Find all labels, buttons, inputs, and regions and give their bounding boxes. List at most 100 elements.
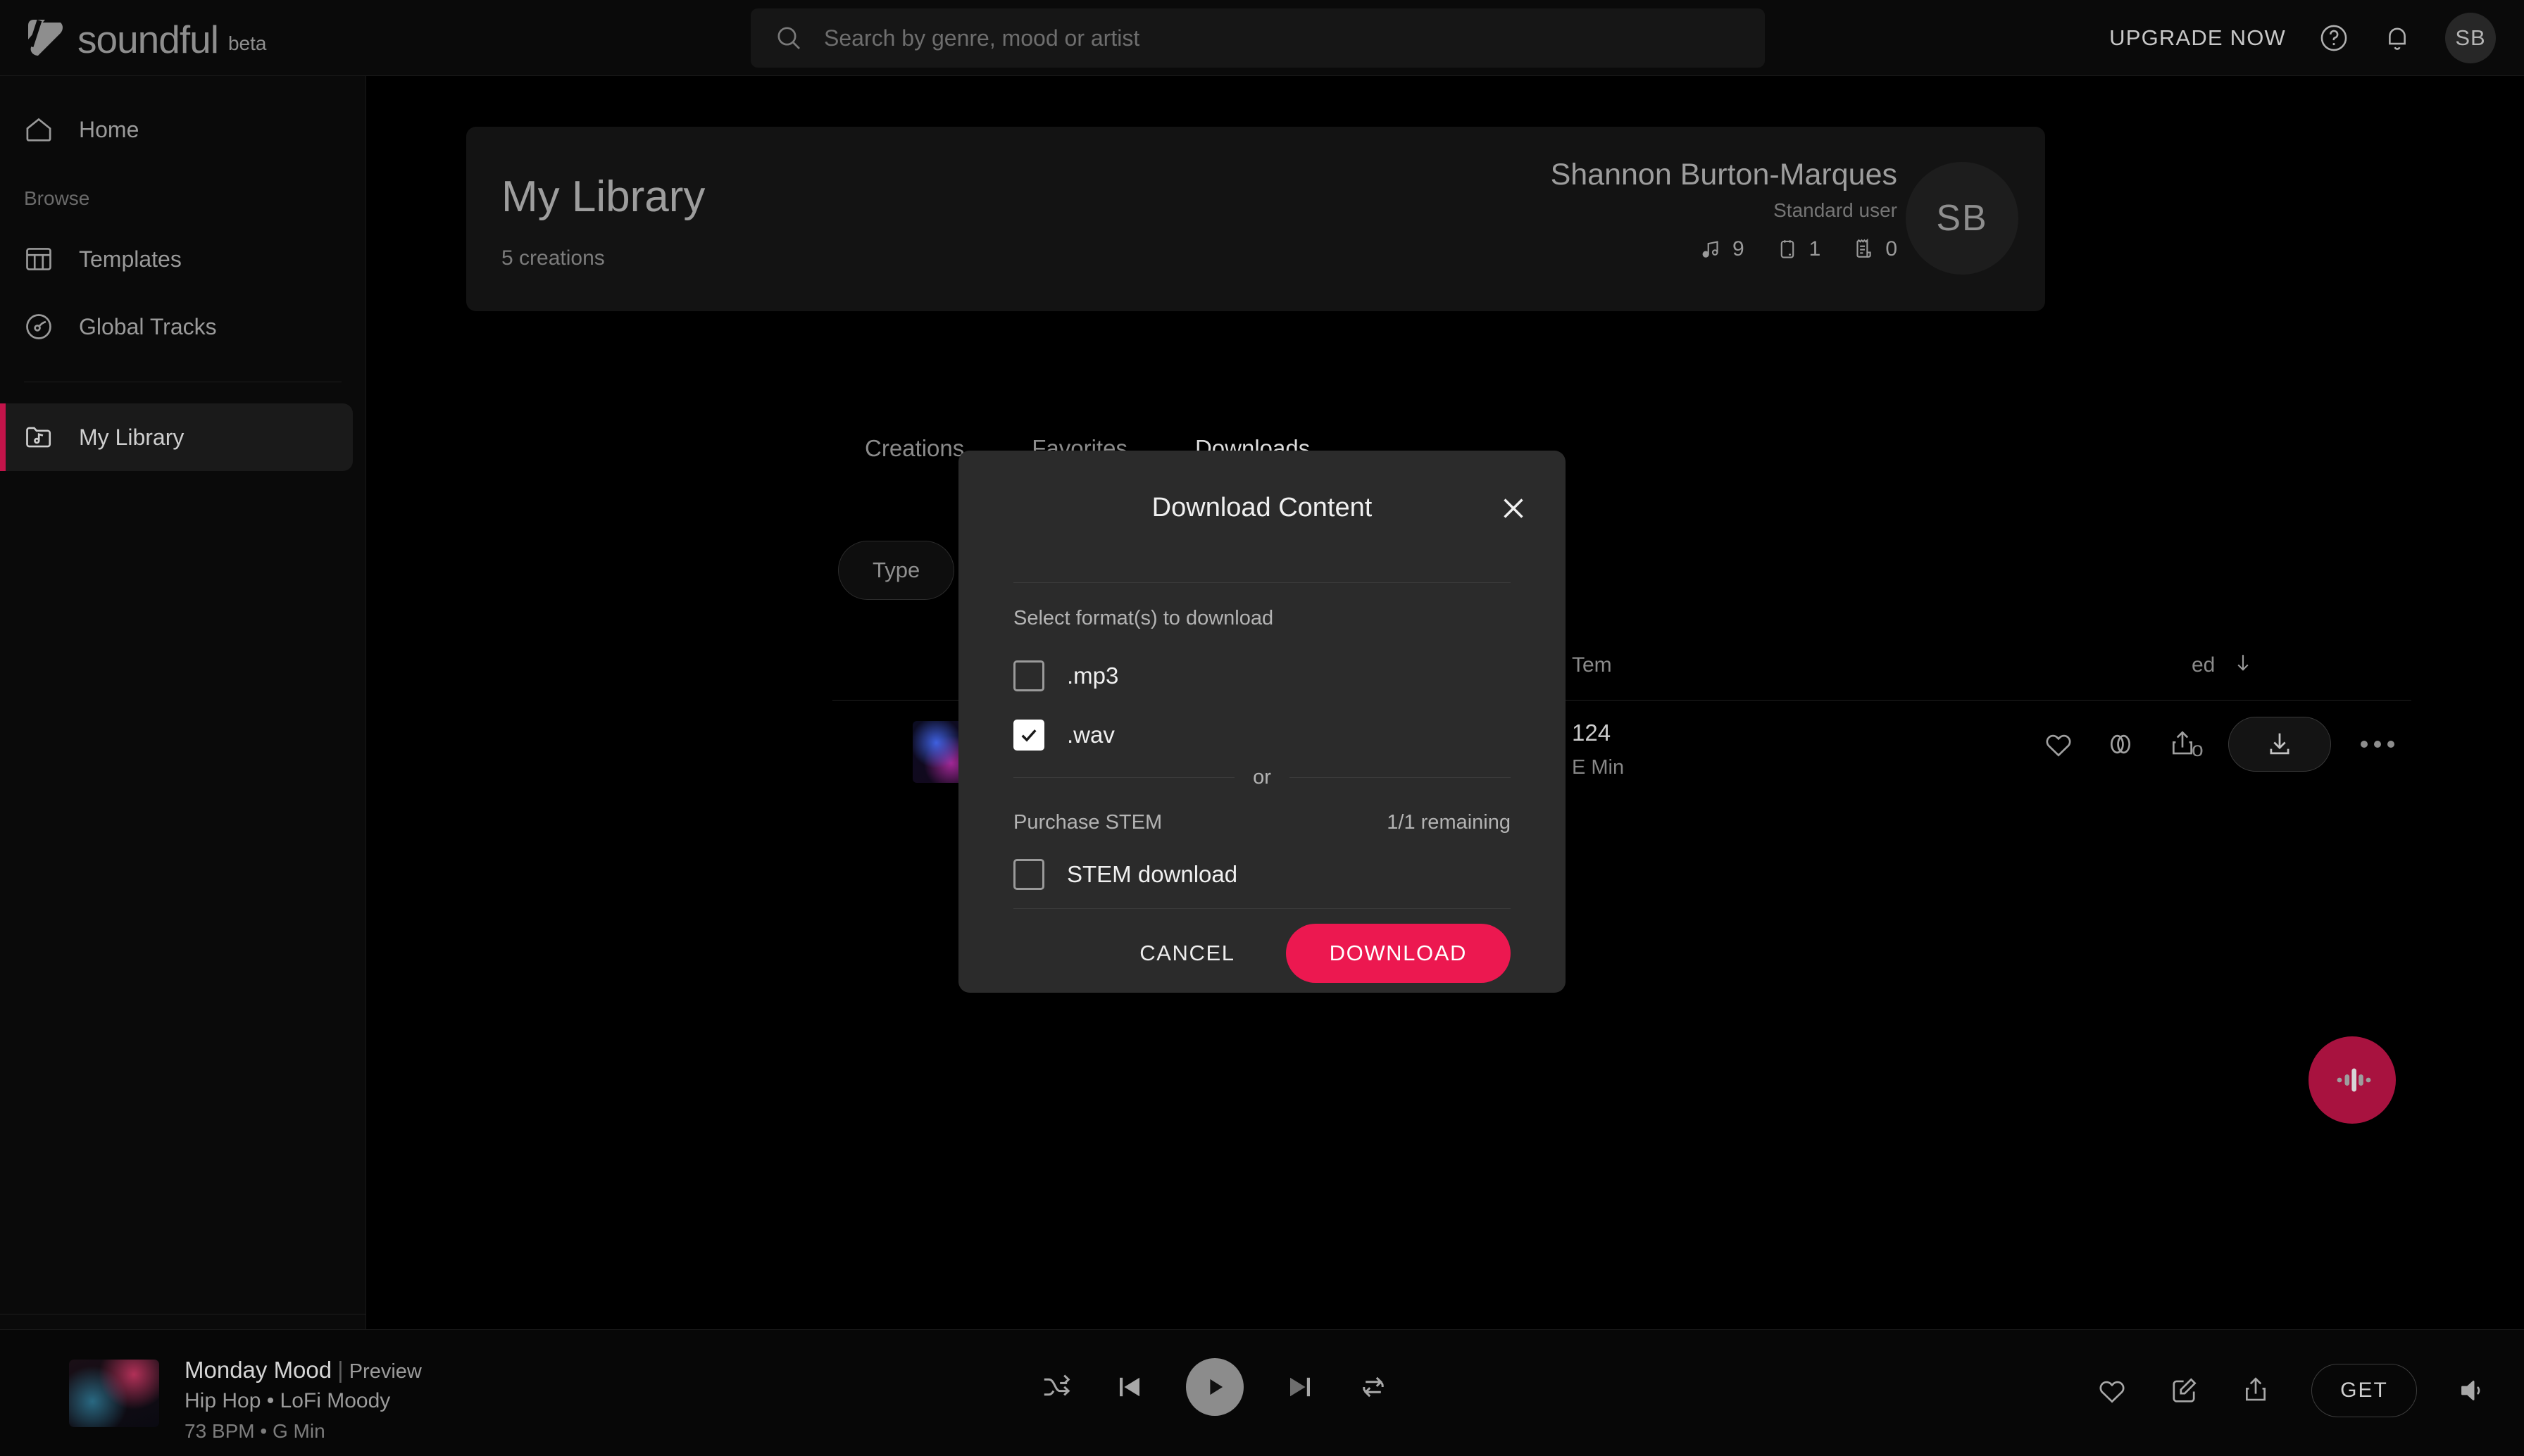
get-button[interactable]: GET bbox=[2311, 1364, 2417, 1417]
modal-divider-top bbox=[1013, 582, 1511, 583]
sidebar-item-label-my-library: My Library bbox=[79, 424, 185, 450]
player-genre-line: Hip Hop • LoFi Moody bbox=[185, 1389, 391, 1412]
sidebar-item-templates[interactable]: Templates bbox=[0, 225, 353, 293]
upgrade-now-button[interactable]: UPGRADE NOW bbox=[2109, 25, 2286, 51]
sidebar-section-browse: Browse bbox=[24, 187, 90, 209]
sidebar-item-global-tracks[interactable]: Global Tracks bbox=[0, 293, 353, 360]
stat-receipts-value: 0 bbox=[1885, 237, 1897, 261]
sidebar-item-label-templates: Templates bbox=[79, 246, 182, 272]
stat-credits: 1 bbox=[1775, 237, 1821, 261]
music-note-icon bbox=[1699, 237, 1723, 261]
player-bar: Monday Mood | Preview Hip Hop • LoFi Moody… bbox=[0, 1329, 2524, 1456]
stem-remaining-label: 1/1 remaining bbox=[1387, 811, 1511, 834]
receipt-icon bbox=[1851, 237, 1875, 261]
user-stats: 9 1 0 bbox=[1551, 237, 1897, 261]
player-preview-badge: Preview bbox=[349, 1360, 422, 1383]
purchase-stem-label: Purchase STEM bbox=[1013, 811, 1163, 834]
format-select-label: Select format(s) to download bbox=[1013, 607, 1274, 629]
favorite-heart-icon[interactable] bbox=[2042, 728, 2075, 760]
play-button[interactable] bbox=[1186, 1358, 1244, 1416]
stat-credits-value: 1 bbox=[1808, 237, 1821, 261]
close-icon[interactable] bbox=[1498, 493, 1529, 524]
stem-section-header: Purchase STEM 1/1 remaining bbox=[1013, 811, 1511, 834]
checkbox-wav[interactable] bbox=[1013, 720, 1044, 751]
checkbox-row-wav[interactable]: .wav bbox=[1013, 720, 1115, 751]
player-right-actions: GET bbox=[2096, 1364, 2489, 1417]
creations-count: 5 creations bbox=[501, 246, 605, 270]
sidebar-item-my-library[interactable]: My Library bbox=[0, 403, 353, 471]
row-more-options-icon[interactable] bbox=[2361, 741, 2394, 748]
track-key: E Min bbox=[1572, 756, 1625, 779]
next-track-icon[interactable] bbox=[1283, 1370, 1317, 1404]
player-track-title: Monday Mood bbox=[185, 1357, 332, 1383]
disc-icon bbox=[23, 310, 55, 343]
modal-actions: CANCEL DOWNLOAD bbox=[1132, 924, 1511, 983]
player-meta-line: 73 BPM • G Min bbox=[185, 1420, 325, 1442]
stat-tracks: 9 bbox=[1699, 237, 1744, 261]
home-icon bbox=[23, 113, 55, 146]
or-label: or bbox=[1253, 766, 1271, 789]
user-name: Shannon Burton-Marques bbox=[1550, 158, 1897, 192]
or-line-right bbox=[1289, 777, 1511, 778]
checkbox-row-mp3[interactable]: .mp3 bbox=[1013, 660, 1118, 691]
row-actions bbox=[2042, 717, 2394, 772]
top-bar-actions: UPGRADE NOW SB bbox=[2109, 0, 2496, 76]
row-download-button[interactable] bbox=[2228, 717, 2331, 772]
player-thumbnail bbox=[69, 1360, 159, 1427]
download-button[interactable]: DOWNLOAD bbox=[1285, 924, 1511, 983]
column-header-downloaded[interactable]: ed bbox=[2192, 653, 2215, 677]
filter-chip-type[interactable]: Type bbox=[838, 541, 955, 600]
user-avatar-topbar[interactable]: SB bbox=[2445, 13, 2496, 63]
stat-tracks-value: 9 bbox=[1732, 237, 1744, 261]
search-input-placeholder[interactable]: Search by genre, mood or artist bbox=[824, 25, 1139, 51]
download-content-modal: Download Content Select format(s) to dow… bbox=[958, 451, 1566, 993]
notifications-bell-icon[interactable] bbox=[2382, 23, 2413, 54]
player-title-separator: | bbox=[337, 1357, 344, 1383]
player-share-icon[interactable] bbox=[2239, 1374, 2272, 1407]
search-icon bbox=[775, 24, 803, 52]
edit-pencil-icon[interactable] bbox=[2168, 1374, 2200, 1407]
sort-arrow-down-icon[interactable] bbox=[2231, 651, 2255, 674]
or-line-left bbox=[1013, 777, 1235, 778]
user-avatar-large: SB bbox=[1906, 162, 2018, 275]
soundful-logo-icon bbox=[24, 15, 68, 59]
library-folder-music-icon bbox=[23, 421, 55, 453]
brand-tag: beta bbox=[227, 32, 267, 54]
previous-track-icon[interactable] bbox=[1113, 1370, 1147, 1404]
sidebar: Home Browse Templates Global Tracks My L… bbox=[0, 76, 366, 1456]
or-separator: or bbox=[1013, 766, 1511, 789]
app-root: soundful beta Search by genre, mood or a… bbox=[0, 0, 2524, 1456]
checkbox-mp3[interactable] bbox=[1013, 660, 1044, 691]
checkbox-stem-download[interactable] bbox=[1013, 859, 1044, 890]
help-icon[interactable] bbox=[2318, 23, 2349, 54]
checkbox-row-stem[interactable]: STEM download bbox=[1013, 859, 1237, 890]
waveform-icon bbox=[2330, 1058, 2374, 1102]
user-info: Shannon Burton-Marques Standard user 9 1… bbox=[1551, 158, 1897, 261]
templates-grid-icon bbox=[23, 243, 55, 275]
player-transport bbox=[1039, 1358, 1390, 1416]
sidebar-item-home[interactable]: Home bbox=[0, 96, 353, 163]
sidebar-item-label-home: Home bbox=[79, 116, 139, 142]
repeat-icon[interactable] bbox=[1356, 1370, 1390, 1404]
modal-divider-bottom bbox=[1013, 908, 1511, 909]
shuffle-icon[interactable] bbox=[1039, 1370, 1073, 1404]
brand-name: soundful bbox=[77, 18, 219, 61]
search-bar[interactable]: Search by genre, mood or artist bbox=[751, 8, 1765, 68]
page-title: My Library bbox=[501, 172, 706, 221]
player-track-title-line: Monday Mood | Preview bbox=[185, 1357, 422, 1383]
checkbox-label-mp3: .mp3 bbox=[1067, 663, 1119, 689]
modal-title: Download Content bbox=[1151, 493, 1373, 522]
remix-circles-icon[interactable] bbox=[2104, 728, 2137, 760]
track-bpm: 124 bbox=[1572, 720, 1611, 746]
stat-receipts: 0 bbox=[1851, 237, 1897, 261]
cancel-button[interactable]: CANCEL bbox=[1132, 928, 1242, 979]
create-track-fab[interactable] bbox=[2309, 1036, 2396, 1124]
volume-icon[interactable] bbox=[2456, 1374, 2489, 1407]
share-icon[interactable] bbox=[2166, 728, 2199, 760]
checkbox-label-stem: STEM download bbox=[1067, 861, 1238, 887]
player-favorite-heart-icon[interactable] bbox=[2096, 1374, 2128, 1407]
sidebar-item-label-global-tracks: Global Tracks bbox=[79, 313, 217, 339]
top-bar: soundful beta Search by genre, mood or a… bbox=[0, 0, 2524, 76]
brand-logo[interactable]: soundful beta bbox=[24, 15, 266, 59]
user-plan: Standard user bbox=[1773, 199, 1897, 221]
